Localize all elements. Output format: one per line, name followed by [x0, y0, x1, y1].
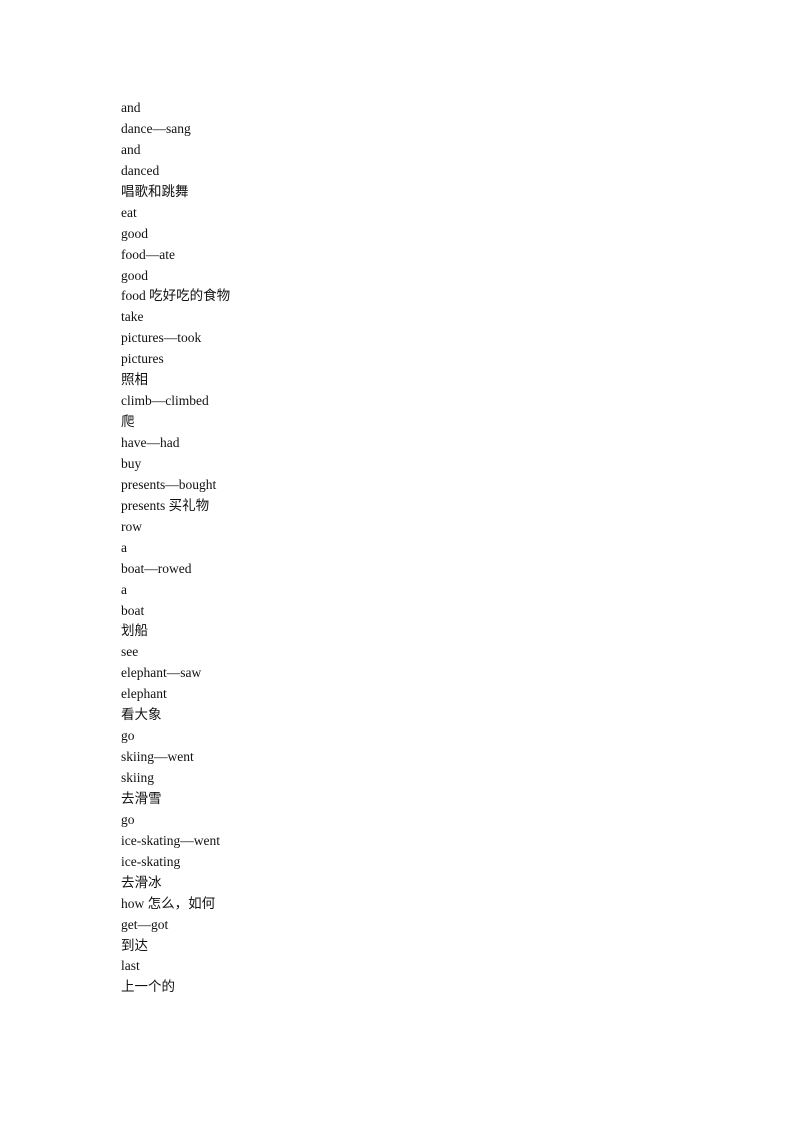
- text-line: 爬: [121, 414, 135, 430]
- text-line: see: [121, 644, 139, 660]
- text-line: get—got: [121, 916, 169, 932]
- vocabulary-list: and dance—sang and danced 唱歌和跳舞 eat good…: [121, 98, 230, 998]
- text-line: good: [121, 267, 148, 283]
- text-line: how 怎么，如何: [121, 895, 216, 911]
- text-line: buy: [121, 455, 142, 471]
- text-line: dance—sang: [121, 120, 191, 136]
- text-line: 上一个的: [121, 979, 175, 995]
- text-line: eat: [121, 204, 137, 220]
- text-line: elephant: [121, 686, 167, 702]
- text-line: presents 买礼物: [121, 497, 210, 513]
- text-line: good: [121, 225, 148, 241]
- text-line: 去滑雪: [121, 790, 162, 806]
- text-line: climb—climbed: [121, 393, 209, 409]
- text-line: a: [121, 581, 127, 597]
- text-line: 划船: [121, 623, 148, 639]
- text-line: pictures—took: [121, 330, 202, 346]
- text-line: 唱歌和跳舞: [121, 183, 189, 199]
- text-line: boat: [121, 602, 145, 618]
- text-line: ice-skating—went: [121, 832, 220, 848]
- text-line: food 吃好吃的食物: [121, 288, 231, 304]
- document-page: and dance—sang and danced 唱歌和跳舞 eat good…: [0, 0, 800, 1132]
- text-line: ice-skating: [121, 853, 181, 869]
- text-line: 照相: [121, 372, 148, 388]
- text-line: and: [121, 141, 141, 157]
- text-line: row: [121, 518, 142, 534]
- text-line: go: [121, 811, 135, 827]
- text-line: 看大象: [121, 707, 162, 723]
- text-line: and: [121, 100, 141, 115]
- text-line: elephant—saw: [121, 665, 202, 681]
- text-line: 去滑冰: [121, 874, 162, 890]
- text-line: 到达: [121, 937, 148, 953]
- text-line: have—had: [121, 435, 180, 450]
- text-line: food—ate: [121, 246, 175, 262]
- text-line: boat—rowed: [121, 560, 192, 576]
- text-line: take: [121, 309, 144, 325]
- text-line: pictures: [121, 351, 164, 367]
- text-line: danced: [121, 162, 160, 178]
- text-line: skiing—went: [121, 749, 194, 765]
- text-line: last: [121, 958, 140, 974]
- text-line: skiing: [121, 770, 155, 785]
- text-line: a: [121, 539, 127, 555]
- text-line: go: [121, 728, 135, 744]
- text-line: presents—bought: [121, 476, 217, 492]
